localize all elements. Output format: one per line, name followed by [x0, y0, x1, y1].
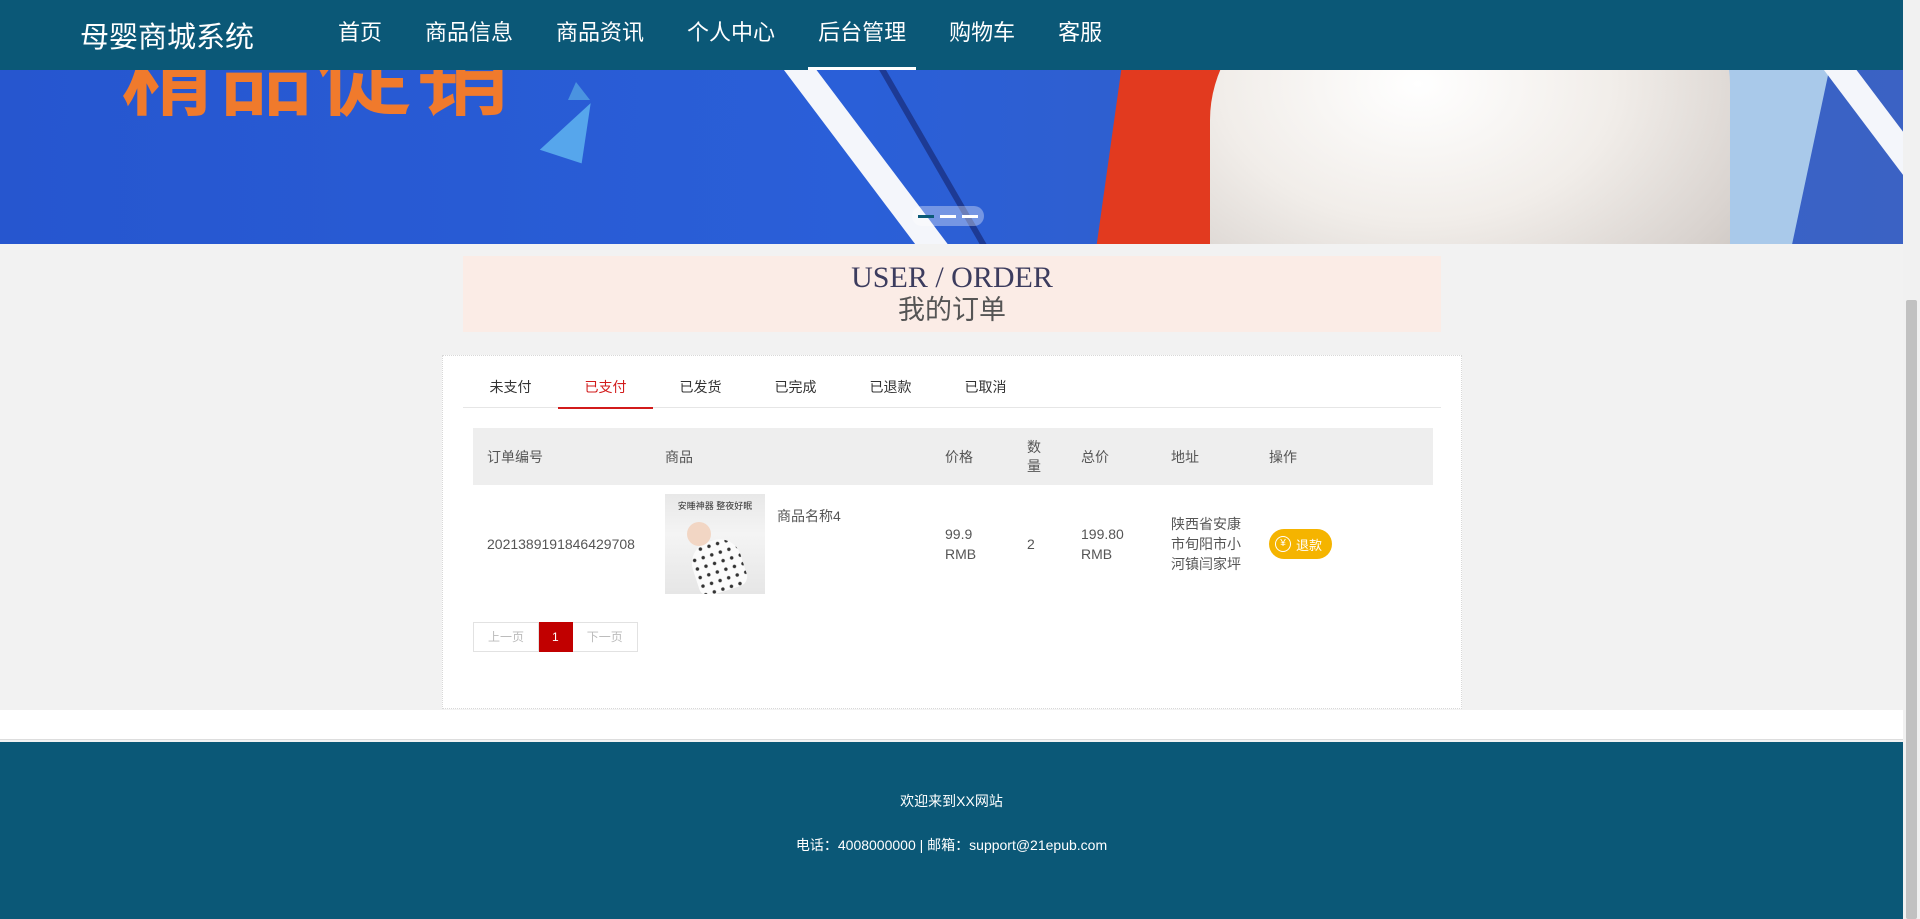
nav-item-news[interactable]: 商品资讯	[546, 0, 654, 70]
product-name[interactable]: 商品名称4	[777, 506, 841, 526]
col-total: 总价	[1081, 448, 1109, 465]
footer-contact: 电话：4008000000 | 邮箱：support@21epub.com	[795, 837, 1108, 853]
tab-paid[interactable]: 已支付	[558, 367, 653, 409]
order-status-tabs: 未支付 已支付 已发货 已完成 已退款 已取消	[463, 367, 1441, 409]
tab-refunded[interactable]: 已退款	[843, 367, 938, 408]
carousel-dot[interactable]	[940, 214, 956, 218]
refund-button-label: 退款	[1296, 537, 1323, 553]
nav-item-profile[interactable]: 个人中心	[677, 0, 785, 70]
banner-decoration	[568, 82, 590, 100]
next-page-button[interactable]: 下一页	[572, 622, 638, 652]
col-price: 价格	[945, 448, 973, 465]
nav-item-admin[interactable]: 后台管理	[808, 0, 917, 70]
order-panel: 未支付 已支付 已发货 已完成 已退款 已取消 订单编号 商品 价格 数量 总价…	[442, 355, 1462, 709]
action-cell: ¥ 退款	[1255, 485, 1433, 603]
main-nav: 首页 商品信息 商品资讯 个人中心 后台管理 购物车 客服	[328, 0, 1135, 70]
total-value: 199.80 RMB	[1081, 526, 1124, 562]
product-thumbnail-caption: 安睡神器 整夜好眠	[677, 501, 753, 511]
tab-completed[interactable]: 已完成	[748, 367, 843, 408]
nav-item-home[interactable]: 首页	[328, 0, 392, 70]
banner-decoration	[539, 92, 601, 164]
yen-icon: ¥	[1275, 536, 1291, 552]
top-header: 母婴商城系统 首页 商品信息 商品资讯 个人中心 后台管理 购物车 客服	[0, 0, 1903, 70]
pagination: 上一页 1 下一页	[473, 622, 638, 652]
product-thumbnail[interactable]: 安睡神器 整夜好眠	[665, 494, 765, 594]
quantity-value: 2	[1027, 536, 1035, 552]
tab-shipped[interactable]: 已发货	[653, 367, 748, 408]
nav-item-cart[interactable]: 购物车	[939, 0, 1025, 70]
col-product: 商品	[665, 448, 693, 465]
address-value: 陕西省安康市旬阳市小河镇闫家坪	[1171, 516, 1241, 572]
tab-cancelled[interactable]: 已取消	[938, 367, 1033, 408]
order-number: 2021389191846429708	[487, 536, 635, 552]
page-title-en: USER / ORDER	[851, 261, 1053, 294]
baby-head-image	[687, 522, 711, 546]
nav-item-service[interactable]: 客服	[1048, 0, 1112, 70]
carousel-dot[interactable]	[962, 214, 978, 218]
prev-page-button[interactable]: 上一页	[473, 622, 540, 652]
footer-welcome: 欢迎来到XX网站	[900, 793, 1003, 809]
table-header-row: 订单编号 商品 价格 数量 总价 地址 操作	[473, 428, 1433, 485]
page-title: 我的订单	[898, 295, 1006, 326]
page-number-current[interactable]: 1	[539, 622, 573, 652]
col-qty: 数量	[1027, 438, 1041, 474]
nav-item-products[interactable]: 商品信息	[415, 0, 523, 70]
tab-unpaid[interactable]: 未支付	[463, 367, 558, 408]
table-row: 2021389191846429708 安睡神器 整夜好眠 商品名称4 99.9…	[473, 485, 1433, 603]
page-scrollbar-thumb[interactable]	[1906, 300, 1917, 919]
orders-table: 订单编号 商品 价格 数量 总价 地址 操作 20213891918464297…	[473, 428, 1433, 603]
col-action: 操作	[1269, 448, 1297, 465]
product-cell: 安睡神器 整夜好眠 商品名称4	[651, 485, 931, 603]
site-footer: 欢迎来到XX网站 电话：4008000000 | 邮箱：support@21ep…	[0, 742, 1903, 919]
page-title-box: USER / ORDER 我的订单	[463, 256, 1441, 332]
carousel-indicators[interactable]	[912, 206, 984, 226]
carousel-dot[interactable]	[918, 214, 934, 218]
footer-spacer	[0, 710, 1903, 740]
col-address: 地址	[1171, 448, 1199, 465]
col-order-no: 订单编号	[487, 448, 543, 465]
price-value: 99.9 RMB	[945, 526, 977, 562]
refund-button[interactable]: ¥ 退款	[1269, 529, 1333, 559]
site-brand[interactable]: 母婴商城系统	[80, 14, 254, 56]
